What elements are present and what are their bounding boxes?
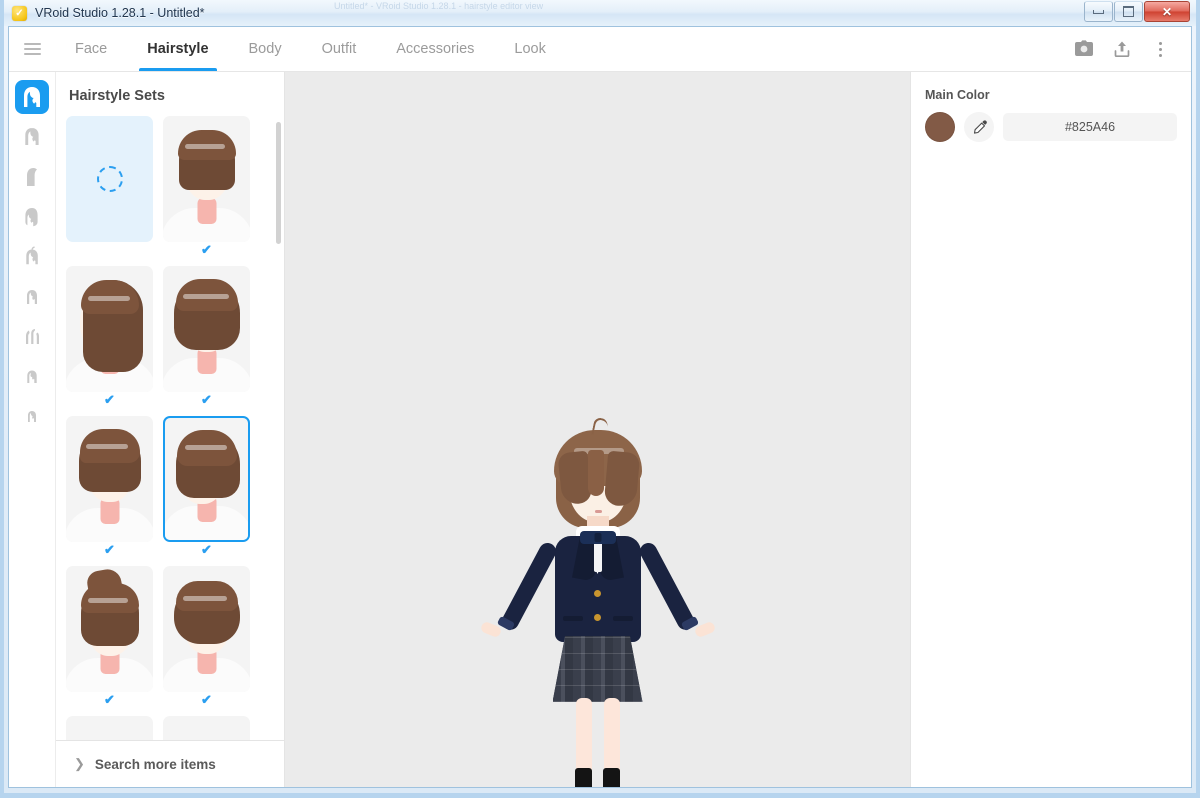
color-swatch[interactable] <box>925 112 955 142</box>
character-model <box>448 368 748 787</box>
item-check-icon: ✔ <box>66 542 153 558</box>
close-button[interactable]: ✕ <box>1144 1 1190 22</box>
hairstyle-thumb-3[interactable] <box>163 266 250 392</box>
window-title: VRoid Studio 1.28.1 - Untitled* <box>35 6 205 20</box>
rail-item-front-hair[interactable] <box>15 120 49 154</box>
hairstyle-sets-panel: Hairstyle Sets ✔ <box>56 72 285 787</box>
item-check-icon: ✔ <box>163 392 250 408</box>
category-rail <box>9 72 56 787</box>
tab-outfit[interactable]: Outfit <box>302 27 377 71</box>
hairstyle-thumb-2[interactable] <box>66 266 153 392</box>
hair-preview <box>163 116 250 242</box>
hairstyle-thumb-4[interactable] <box>66 416 153 542</box>
tab-face[interactable]: Face <box>55 27 127 71</box>
window-body: Face Hairstyle Body Outfit Accessories L… <box>8 26 1192 788</box>
hair-preview <box>163 266 250 392</box>
main-color-label: Main Color <box>925 88 1177 102</box>
hairstyle-thumb-9[interactable] <box>163 716 250 740</box>
hairstyle-thumb-none[interactable] <box>66 116 153 242</box>
tab-look[interactable]: Look <box>494 27 565 71</box>
hairstyle-thumb-8[interactable] <box>66 716 153 740</box>
list-item[interactable]: ✔ <box>66 416 153 558</box>
title-bar-left: ✓ VRoid Studio 1.28.1 - Untitled* <box>4 6 205 21</box>
camera-icon[interactable] <box>1067 32 1101 66</box>
list-item[interactable]: ✔ <box>163 416 250 558</box>
hair-preview <box>66 266 153 392</box>
maximize-button[interactable] <box>1114 1 1143 22</box>
hairstyle-grid: ✔ <box>66 116 274 740</box>
rail-item-hair-accessory[interactable] <box>15 280 49 314</box>
hairstyle-thumb-6[interactable] <box>66 566 153 692</box>
hair-preview <box>66 416 153 542</box>
minimize-icon <box>1093 10 1104 14</box>
rail-item-back-hair[interactable] <box>15 160 49 194</box>
list-item[interactable]: ✔ <box>66 716 153 740</box>
list-item[interactable]: ✔ <box>66 266 153 408</box>
hairstyle-thumb-1[interactable] <box>163 116 250 242</box>
rail-item-ahoge[interactable] <box>15 240 49 274</box>
tab-bar: Face Hairstyle Body Outfit Accessories L… <box>55 27 566 71</box>
tab-body[interactable]: Body <box>229 27 302 71</box>
sets-scroll-area[interactable]: ✔ <box>56 116 284 740</box>
list-item[interactable]: ✔ <box>163 566 250 708</box>
eyedropper-icon[interactable] <box>964 112 994 142</box>
vroid-logo-icon: ✓ <box>12 6 27 21</box>
list-item[interactable]: ✔ <box>66 116 153 258</box>
hair-preview <box>163 566 250 692</box>
title-bar-ghost-text: Untitled* - VRoid Studio 1.28.1 - hairst… <box>334 1 543 11</box>
tab-accessories[interactable]: Accessories <box>376 27 494 71</box>
hair-preview <box>165 418 248 540</box>
properties-panel: Main Color #825A46 <box>911 72 1191 787</box>
list-item[interactable]: ✔ <box>163 116 250 258</box>
hairstyle-thumb-7[interactable] <box>163 566 250 692</box>
chevron-right-icon: ❯ <box>74 756 85 772</box>
item-check-icon: ✔ <box>66 392 153 408</box>
search-more-items-label: Search more items <box>95 757 216 772</box>
content-area: Hairstyle Sets ✔ <box>9 72 1191 787</box>
item-check-icon: ✔ <box>66 692 153 708</box>
rail-item-hair-misc[interactable] <box>15 400 49 434</box>
panel-title: Hairstyle Sets <box>56 72 284 116</box>
item-check-icon: ✔ <box>163 542 250 558</box>
hairstyle-thumb-5-selected[interactable] <box>163 416 250 542</box>
maximize-icon <box>1123 6 1134 17</box>
tab-hairstyle[interactable]: Hairstyle <box>127 27 228 71</box>
minimize-button[interactable] <box>1084 1 1113 22</box>
application-window: ✓ VRoid Studio 1.28.1 - Untitled* Untitl… <box>0 0 1200 798</box>
window-controls: ✕ <box>1084 1 1190 22</box>
more-menu-icon[interactable] <box>1143 32 1177 66</box>
top-navigation-actions <box>1067 27 1191 71</box>
model-viewport[interactable] <box>285 72 911 787</box>
list-item[interactable]: ✔ <box>163 716 250 740</box>
hair-preview <box>66 566 153 692</box>
item-check-icon: ✔ <box>163 242 250 258</box>
close-icon: ✕ <box>1162 6 1172 18</box>
export-icon[interactable] <box>1105 32 1139 66</box>
list-item[interactable]: ✔ <box>66 566 153 708</box>
no-hair-icon <box>97 166 123 192</box>
rail-item-hairstyle-sets[interactable] <box>15 80 49 114</box>
hex-color-input[interactable]: #825A46 <box>1003 113 1177 141</box>
search-more-items-button[interactable]: ❯ Search more items <box>56 740 284 787</box>
top-navigation: Face Hairstyle Body Outfit Accessories L… <box>9 27 1191 72</box>
sets-scrollbar[interactable] <box>276 122 281 244</box>
title-bar: ✓ VRoid Studio 1.28.1 - Untitled* Untitl… <box>4 0 1196 26</box>
main-color-row: #825A46 <box>925 112 1177 142</box>
hair-preview <box>66 716 153 740</box>
rail-item-hair-group[interactable] <box>15 360 49 394</box>
rail-item-side-hair[interactable] <box>15 200 49 234</box>
hair-preview <box>163 716 250 740</box>
rail-item-extra-hair[interactable] <box>15 320 49 354</box>
hamburger-icon[interactable] <box>9 27 55 71</box>
item-check-icon: ✔ <box>163 692 250 708</box>
list-item[interactable]: ✔ <box>163 266 250 408</box>
